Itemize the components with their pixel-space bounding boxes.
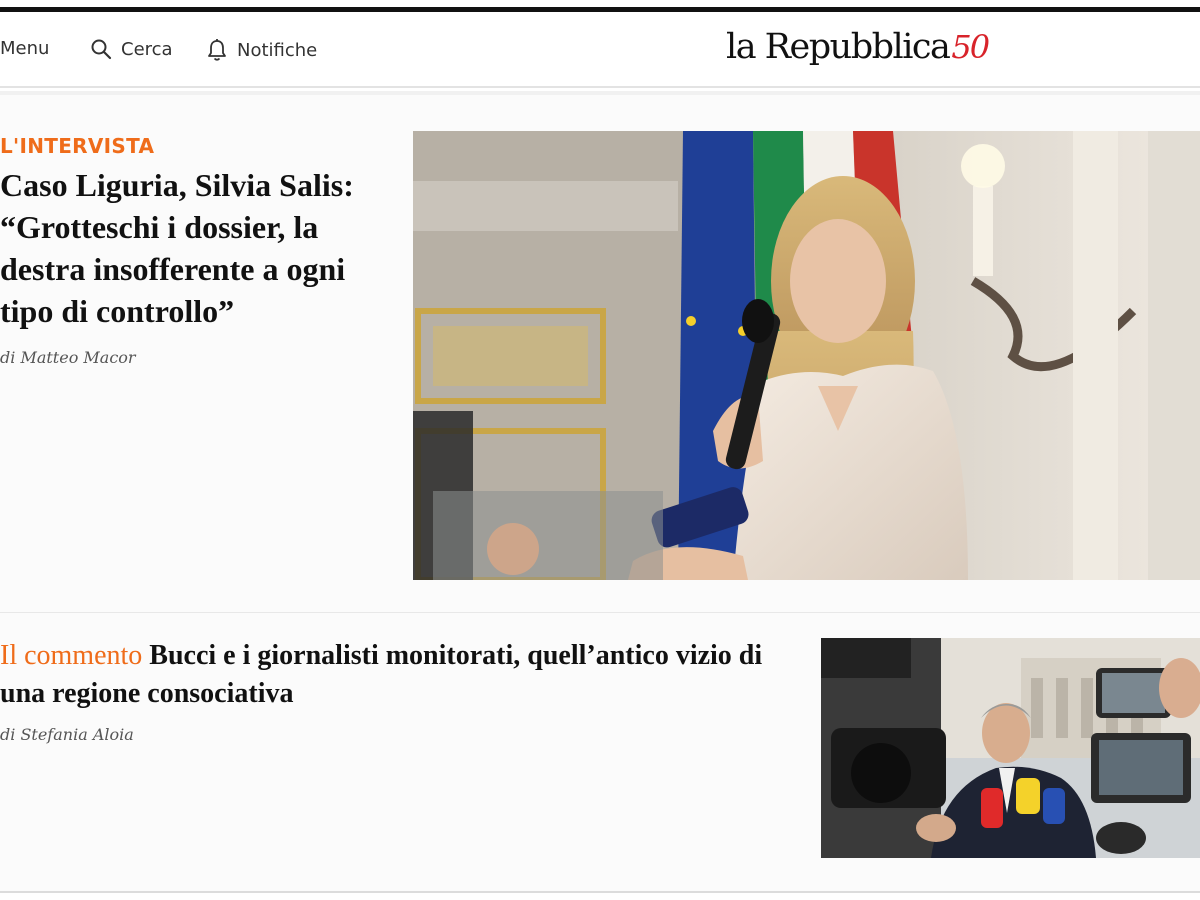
second-kicker[interactable]: Il commento	[0, 640, 142, 671]
second-photo-illustration	[821, 638, 1200, 858]
bell-icon	[208, 39, 226, 61]
lead-kicker[interactable]: L'INTERVISTA	[0, 134, 154, 158]
section-divider	[0, 612, 1200, 613]
lead-headline[interactable]: Caso Liguria, Silvia Salis: “Grotteschi …	[0, 164, 400, 332]
site-logo[interactable]: la Repubblica50	[726, 27, 990, 67]
notifications-label: Notifiche	[237, 39, 318, 61]
notifications-button[interactable]: Notifiche	[206, 38, 317, 62]
site-header: Menu Cerca Notifiche la Repubblica50	[0, 12, 1200, 86]
second-headline[interactable]: Il commento Bucci e i giornalisti monito…	[0, 637, 800, 713]
menu-button[interactable]: Menu	[0, 38, 49, 59]
search-button[interactable]: Cerca	[90, 38, 173, 60]
second-byline: di Stefania Aloia	[0, 725, 134, 744]
second-article-photo[interactable]	[821, 638, 1200, 858]
lead-photo-illustration	[413, 131, 1200, 580]
lead-article-photo[interactable]	[413, 131, 1200, 580]
bottom-divider	[0, 891, 1200, 893]
header-divider	[0, 86, 1200, 88]
search-icon	[91, 39, 112, 60]
logo-text: la Repubblica	[726, 27, 951, 67]
menu-label: Menu	[0, 38, 50, 59]
logo-50-mark: 50	[951, 28, 990, 66]
lead-byline: di Matteo Macor	[0, 348, 136, 367]
search-label: Cerca	[121, 38, 173, 60]
